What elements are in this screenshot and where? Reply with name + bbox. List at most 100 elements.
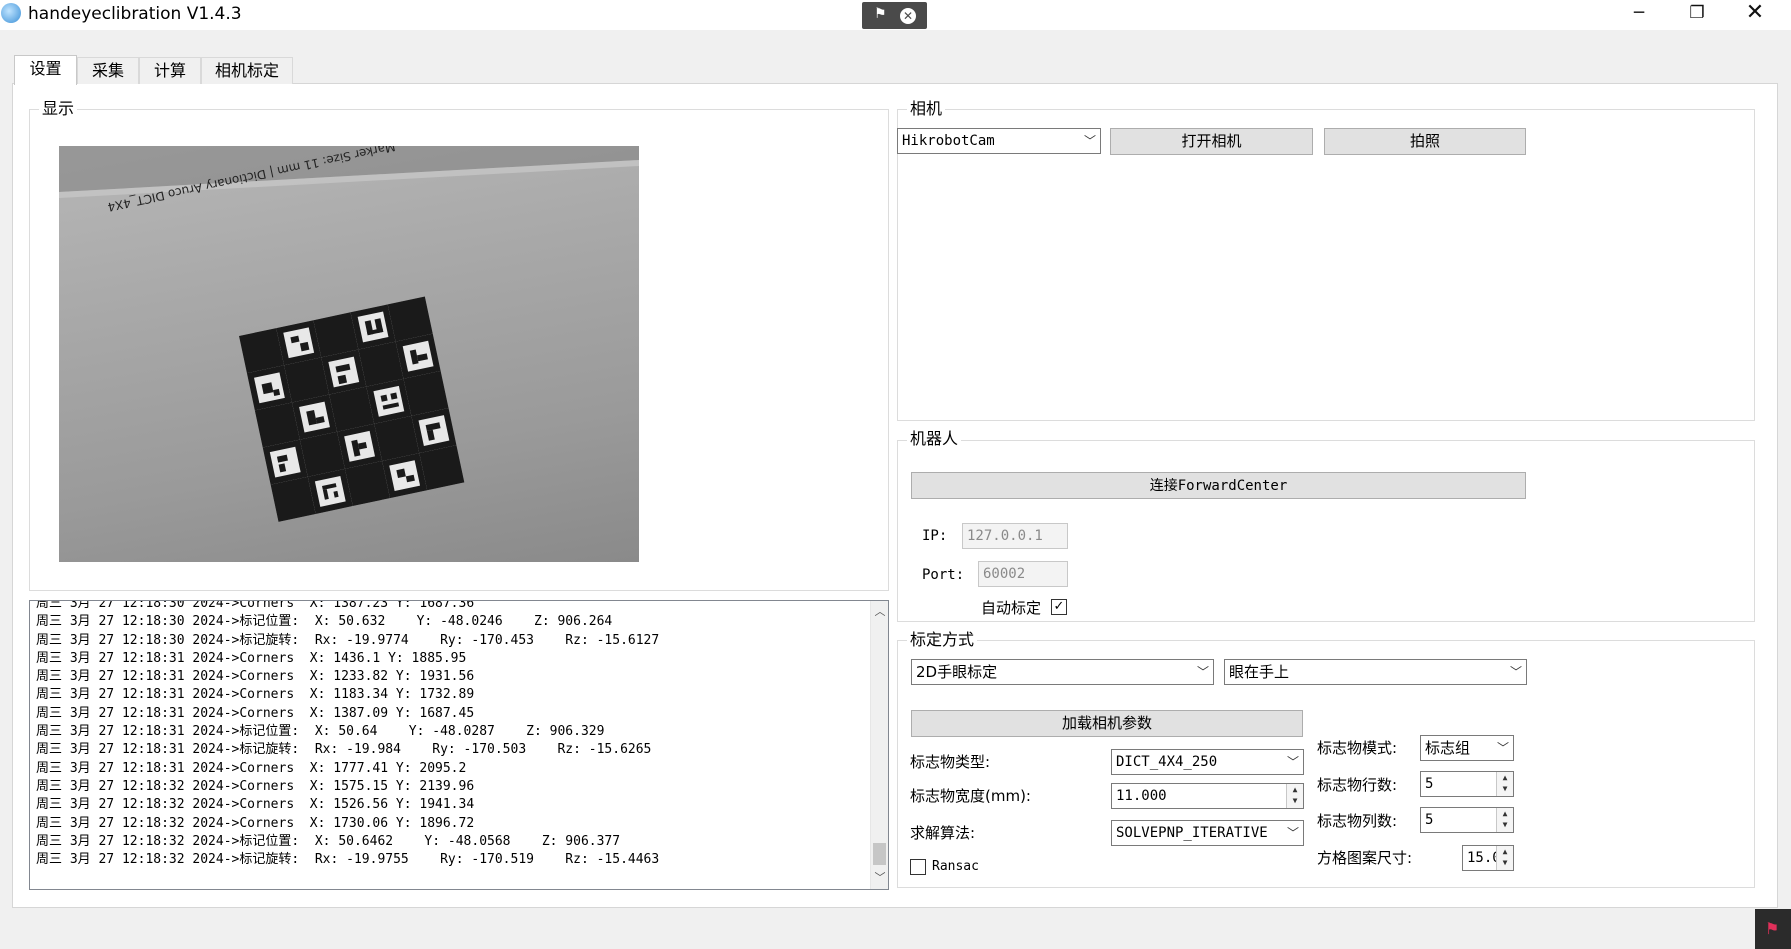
log-line: 周三 3月 27 12:18:32 2024->Corners X: 1575.… bbox=[36, 778, 475, 794]
calibration-method-value: 2D手眼标定 bbox=[916, 663, 998, 681]
solver-label: 求解算法: bbox=[910, 824, 976, 842]
taskbar-corner[interactable]: ⚑ bbox=[1755, 909, 1791, 949]
spin-up-icon[interactable]: ▲ bbox=[1287, 784, 1303, 795]
log-line: 周三 3月 27 12:18:31 2024->标记位置: X: 50.64 Y… bbox=[36, 724, 605, 740]
marker-width-spinbox[interactable]: 11.000 ▲ ▼ bbox=[1111, 783, 1304, 809]
ip-field[interactable]: 127.0.0.1 bbox=[962, 523, 1068, 549]
open-camera-button[interactable]: 打开相机 bbox=[1110, 128, 1313, 155]
marker-rows-spinbox[interactable]: 5 ▲ ▼ bbox=[1420, 771, 1514, 797]
maximize-button[interactable]: ❐ bbox=[1668, 0, 1726, 28]
scroll-up-icon[interactable]: ︿ bbox=[871, 603, 888, 621]
log-line: 周三 3月 27 12:18:32 2024->Corners X: 1526.… bbox=[36, 797, 475, 813]
log-line: 周三 3月 27 12:18:32 2024->标记位置: X: 50.6462… bbox=[36, 833, 621, 849]
marker-type-select[interactable]: DICT_4X4_250 ﹀ bbox=[1111, 749, 1304, 775]
camera-model-select[interactable]: HikrobotCam ﹀ bbox=[897, 128, 1101, 154]
calibration-group-title: 标定方式 bbox=[907, 631, 978, 649]
spin-arrows[interactable]: ▲ ▼ bbox=[1496, 846, 1513, 870]
flag-icon[interactable]: ⚑ bbox=[1765, 919, 1779, 938]
camera-group-title: 相机 bbox=[907, 100, 946, 118]
solver-value: SOLVEPNP_ITERATIVE bbox=[1116, 825, 1268, 841]
marker-width-label: 标志物宽度(mm): bbox=[910, 787, 1031, 805]
port-field[interactable]: 60002 bbox=[978, 561, 1068, 587]
marker-type-value: DICT_4X4_250 bbox=[1116, 754, 1218, 770]
log-output[interactable]: 周三 3月 27 12:18:30 2024->Corners X: 1387.… bbox=[29, 600, 889, 890]
auto-calibration-checkbox[interactable]: ✓ bbox=[1051, 599, 1067, 615]
log-line: 周三 3月 27 12:18:31 2024->Corners X: 1183.… bbox=[36, 687, 475, 703]
marker-rows-value: 5 bbox=[1425, 776, 1434, 792]
close-circle-icon[interactable]: ✕ bbox=[900, 8, 916, 24]
app-logo-icon bbox=[1, 3, 21, 23]
spin-down-icon[interactable]: ▼ bbox=[1497, 857, 1513, 868]
spin-arrows[interactable]: ▲ ▼ bbox=[1286, 784, 1303, 808]
camera-group bbox=[897, 109, 1755, 421]
marker-width-value: 11.000 bbox=[1116, 788, 1167, 804]
capture-button[interactable]: 拍照 bbox=[1324, 128, 1526, 155]
close-button[interactable]: ✕ bbox=[1726, 0, 1784, 28]
log-line: 周三 3月 27 12:18:31 2024->标记旋转: Rx: -19.98… bbox=[36, 742, 652, 758]
camera-image-view: Marker Size: 11 mm | Dictionary Aruco DI… bbox=[59, 146, 639, 562]
auto-calibration-label: 自动标定 bbox=[981, 599, 1042, 617]
spin-up-icon[interactable]: ▲ bbox=[1497, 846, 1513, 857]
spin-down-icon[interactable]: ▼ bbox=[1287, 795, 1303, 806]
marker-cols-label: 标志物列数: bbox=[1317, 812, 1398, 830]
ip-label: IP: bbox=[922, 528, 948, 544]
camera-model-value: HikrobotCam bbox=[902, 133, 995, 149]
connect-robot-label: 连接ForwardCenter bbox=[1149, 478, 1288, 494]
chevron-down-icon: ﹀ bbox=[1286, 826, 1299, 840]
minimize-button[interactable]: ─ bbox=[1610, 0, 1668, 28]
robot-group-title: 机器人 bbox=[907, 430, 962, 448]
calibration-method-select[interactable]: 2D手眼标定 ﹀ bbox=[911, 659, 1214, 685]
spin-up-icon[interactable]: ▲ bbox=[1497, 808, 1513, 819]
ransac-checkbox[interactable] bbox=[910, 859, 926, 875]
chevron-down-icon: ﹀ bbox=[1286, 755, 1299, 769]
chevron-down-icon: ﹀ bbox=[1496, 741, 1509, 755]
mount-mode-value: 眼在手上 bbox=[1229, 663, 1290, 681]
tab-capture[interactable]: 采集 bbox=[77, 57, 139, 84]
solver-select[interactable]: SOLVEPNP_ITERATIVE ﹀ bbox=[1111, 820, 1304, 846]
spin-up-icon[interactable]: ▲ bbox=[1497, 772, 1513, 783]
marker-cols-spinbox[interactable]: 5 ▲ ▼ bbox=[1420, 807, 1514, 833]
display-group-title: 显示 bbox=[39, 100, 78, 118]
log-line: 周三 3月 27 12:18:31 2024->Corners X: 1387.… bbox=[36, 705, 475, 721]
marker-cols-value: 5 bbox=[1425, 812, 1434, 828]
spin-down-icon[interactable]: ▼ bbox=[1497, 819, 1513, 830]
log-line: 周三 3月 27 12:18:31 2024->Corners X: 1436.… bbox=[36, 650, 467, 666]
marker-mode-value: 标志组 bbox=[1425, 739, 1471, 757]
scroll-thumb[interactable] bbox=[873, 843, 886, 865]
marker-type-label: 标志物类型: bbox=[910, 753, 991, 771]
marker-mode-label: 标志物模式: bbox=[1317, 739, 1398, 757]
connect-robot-button[interactable]: 连接ForwardCenter bbox=[911, 472, 1526, 499]
tab-compute[interactable]: 计算 bbox=[139, 57, 201, 84]
log-line: 周三 3月 27 12:18:30 2024->标记旋转: Rx: -19.97… bbox=[36, 632, 660, 648]
window-title: handeyeclibration V1.4.3 bbox=[28, 4, 242, 24]
spin-arrows[interactable]: ▲ ▼ bbox=[1496, 772, 1513, 796]
marker-mode-select[interactable]: 标志组 ﹀ bbox=[1420, 735, 1514, 761]
check-icon: ✓ bbox=[1053, 599, 1065, 614]
log-scrollbar[interactable]: ︿ ﹀ bbox=[870, 601, 888, 889]
flag-icon[interactable]: ⚑ bbox=[874, 6, 887, 22]
close-icon: ✕ bbox=[1745, 0, 1765, 25]
mount-mode-select[interactable]: 眼在手上 ﹀ bbox=[1224, 659, 1527, 685]
spin-arrows[interactable]: ▲ ▼ bbox=[1496, 808, 1513, 832]
log-line: 周三 3月 27 12:18:30 2024->Corners X: 1387.… bbox=[36, 600, 475, 611]
tab-camera-calibration[interactable]: 相机标定 bbox=[201, 57, 293, 84]
chevron-down-icon: ﹀ bbox=[1196, 665, 1209, 679]
screen-share-toolbar[interactable]: ⚑ ✕ bbox=[862, 2, 927, 29]
log-line: 周三 3月 27 12:18:32 2024->标记旋转: Rx: -19.97… bbox=[36, 852, 660, 868]
log-lines: 周三 3月 27 12:18:30 2024->Corners X: 1387.… bbox=[36, 600, 866, 869]
aruco-board-image: Marker Size: 11 mm | Dictionary Aruco DI… bbox=[59, 146, 639, 522]
marker-rows-label: 标志物行数: bbox=[1317, 776, 1398, 794]
spin-down-icon[interactable]: ▼ bbox=[1497, 783, 1513, 794]
tab-settings[interactable]: 设置 bbox=[14, 55, 77, 85]
scroll-down-icon[interactable]: ﹀ bbox=[871, 869, 888, 887]
log-line: 周三 3月 27 12:18:32 2024->Corners X: 1730.… bbox=[36, 815, 475, 831]
chevron-down-icon: ﹀ bbox=[1509, 665, 1522, 679]
load-camera-params-button[interactable]: 加载相机参数 bbox=[911, 710, 1303, 737]
restore-icon: ❐ bbox=[1689, 3, 1705, 23]
grid-size-label: 方格图案尺寸: bbox=[1317, 849, 1413, 867]
minimize-icon: ─ bbox=[1633, 3, 1645, 23]
log-line: 周三 3月 27 12:18:31 2024->Corners X: 1777.… bbox=[36, 760, 467, 776]
ransac-label: Ransac bbox=[932, 859, 979, 874]
grid-size-spinbox[interactable]: 15.00 ▲ ▼ bbox=[1462, 845, 1514, 871]
port-label: Port: bbox=[922, 567, 965, 583]
